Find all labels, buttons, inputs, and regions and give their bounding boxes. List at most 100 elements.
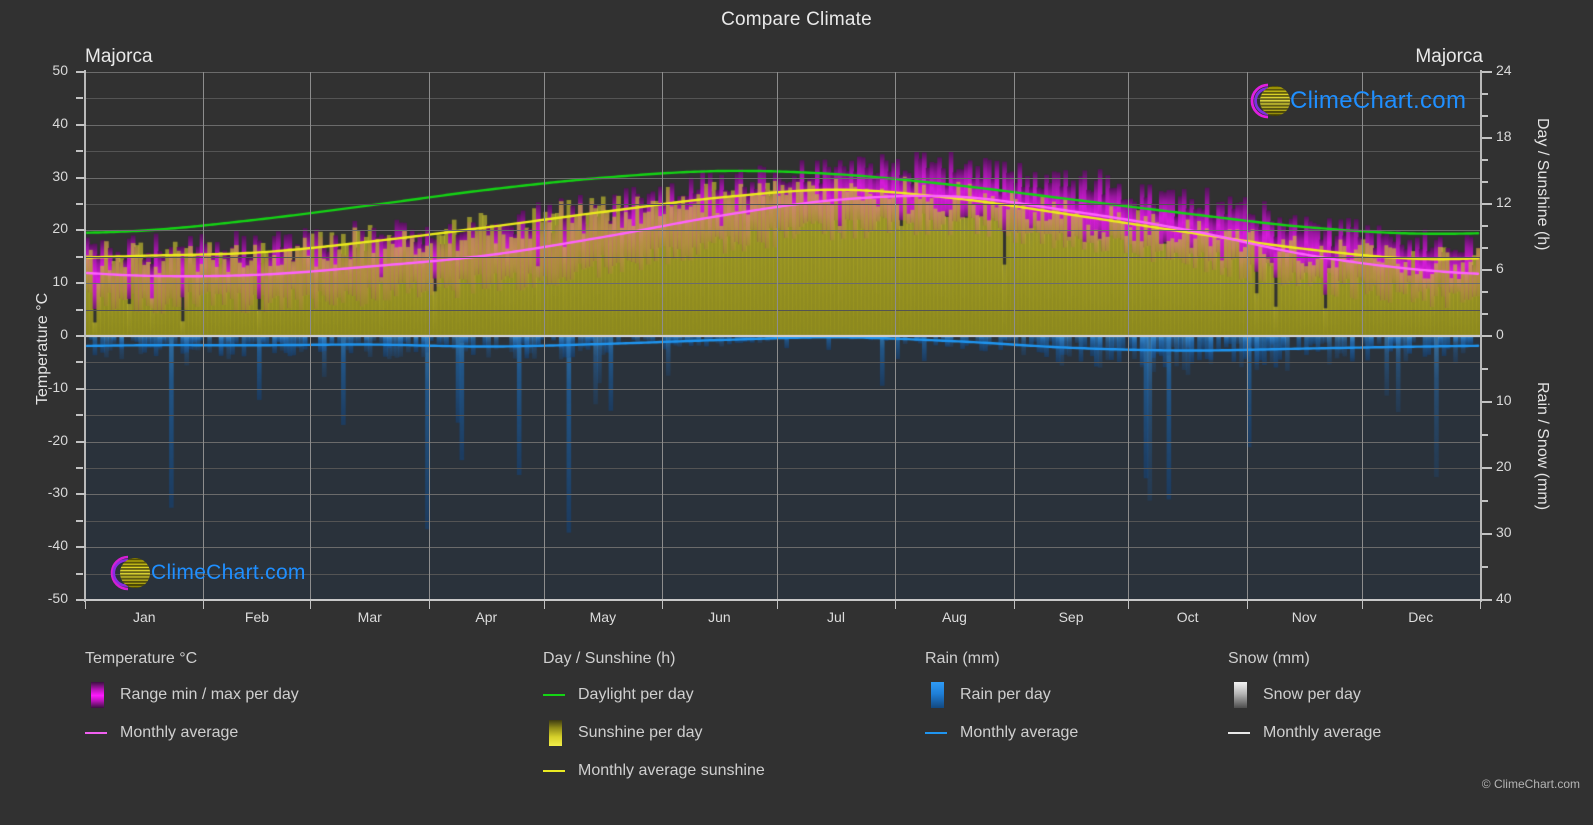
gridline-horizontal xyxy=(85,257,1480,258)
y-axis-tick-left xyxy=(76,176,86,179)
y-axis-tick-left xyxy=(76,546,86,549)
x-axis-label-jan: Jan xyxy=(132,609,156,625)
legend-group-snow-mm: Snow (mm) Snow per day Monthly average xyxy=(1228,650,1381,756)
climechart-logo-icon xyxy=(95,552,157,594)
y-axis-tick-left xyxy=(76,440,86,443)
x-axis-label-oct: Oct xyxy=(1176,609,1199,625)
y-axis-tick-right-top xyxy=(1482,203,1492,205)
x-axis-tick xyxy=(544,601,545,609)
x-axis-tick xyxy=(1247,601,1248,609)
y-axis-tick-right-bottom xyxy=(1482,566,1488,568)
copyright-text: © ClimeChart.com xyxy=(1481,777,1580,791)
legend-item[interactable]: Monthly average xyxy=(1228,718,1381,748)
legend-item[interactable]: Monthly average xyxy=(85,718,299,748)
y-axis-title-right-top: Day / Sunshine (h) xyxy=(1534,118,1551,251)
legend-item[interactable]: Monthly average sunshine xyxy=(543,756,765,786)
y-axis-tick-left xyxy=(76,308,83,311)
x-axis-tick xyxy=(85,601,86,609)
y-axis-tick-right-top xyxy=(1482,137,1492,139)
location-label-left: Majorca xyxy=(85,46,153,67)
x-axis-label-sep: Sep xyxy=(1058,609,1084,625)
y-axis-tick-right-bottom xyxy=(1482,401,1492,403)
brand-logo-top-right[interactable]: ClimeChart.com xyxy=(1236,79,1466,123)
legend-group-title: Temperature °C xyxy=(85,650,198,667)
legend-group-title: Day / Sunshine (h) xyxy=(543,650,676,667)
x-axis-tick xyxy=(1480,601,1481,609)
x-axis-label-apr: Apr xyxy=(475,609,498,625)
brand-name-text: ClimeChart.com xyxy=(151,561,306,584)
legend-item[interactable]: Range min / max per day xyxy=(85,680,299,710)
legend-item-label: Sunshine per day xyxy=(578,724,703,741)
y-axis-tick-left xyxy=(76,123,86,126)
gridline-horizontal xyxy=(85,125,1480,126)
y-axis-label-left: 20 xyxy=(52,220,68,237)
gridline-horizontal xyxy=(85,362,1480,363)
gridline-horizontal xyxy=(85,468,1480,469)
gridline-horizontal xyxy=(85,494,1480,495)
y-axis-title-left: Temperature °C xyxy=(34,292,51,405)
legend-group-day-sunshine-h: Day / Sunshine (h) Daylight per day Sunshi… xyxy=(543,650,765,794)
legend-marker-swatch-magenta-gradient xyxy=(85,682,107,708)
y-axis-tick-left xyxy=(76,255,83,258)
y-axis-tick-left xyxy=(76,335,86,337)
climate-chart-plot xyxy=(85,72,1480,600)
x-axis-tick xyxy=(662,601,663,609)
y-axis-label-right-top: 24 xyxy=(1496,62,1512,78)
gridline-horizontal xyxy=(85,389,1480,390)
y-axis-tick-right-bottom xyxy=(1482,599,1492,601)
y-axis-label-left: -50 xyxy=(47,590,68,606)
legend-group-temperature-c: Temperature °C Range min / max per day Mon… xyxy=(85,650,299,756)
legend-marker-line xyxy=(543,758,565,784)
y-axis-tick-right-bottom xyxy=(1482,533,1492,535)
y-axis-tick-right-top xyxy=(1482,71,1492,73)
legend-marker-line xyxy=(1228,720,1250,746)
legend-marker-line xyxy=(85,720,107,746)
y-axis-tick-right-bottom xyxy=(1482,467,1492,469)
y-axis-tick-left xyxy=(76,387,86,390)
y-axis-tick-right-top xyxy=(1482,225,1488,227)
x-axis-label-dec: Dec xyxy=(1408,609,1434,625)
gridline-horizontal xyxy=(85,204,1480,205)
legend-item[interactable]: Monthly average xyxy=(925,718,1078,748)
x-axis-tick xyxy=(310,601,311,609)
y-axis-label-left: -30 xyxy=(47,484,68,501)
brand-name-text: ClimeChart.com xyxy=(1290,87,1467,114)
y-axis-tick-right-top xyxy=(1482,93,1488,95)
legend-marker-line xyxy=(543,682,565,708)
chart-legend: Temperature °C Range min / max per day Mon… xyxy=(0,650,1593,810)
x-axis-tick xyxy=(895,601,896,609)
zero-baseline xyxy=(85,335,1480,337)
gridline-horizontal xyxy=(85,151,1480,152)
y-axis-tick-left xyxy=(76,361,83,364)
location-label-right: Majorca xyxy=(1415,46,1483,67)
y-axis-label-left: 40 xyxy=(52,114,68,131)
legend-item[interactable]: Sunshine per day xyxy=(543,718,765,748)
legend-item[interactable]: Daylight per day xyxy=(543,680,765,710)
y-axis-tick-right-top xyxy=(1482,269,1492,271)
gridline-horizontal xyxy=(85,283,1480,284)
legend-group-title: Rain (mm) xyxy=(925,650,1000,667)
brand-logo-bottom-left[interactable]: ClimeChart.com xyxy=(95,552,306,594)
x-axis-label-jul: Jul xyxy=(827,609,845,625)
y-axis-tick-right-top xyxy=(1482,247,1488,249)
page-title: Compare Climate xyxy=(721,9,872,30)
legend-item[interactable]: Rain per day xyxy=(925,680,1078,710)
legend-item-label: Snow per day xyxy=(1263,686,1361,703)
gridline-horizontal xyxy=(85,230,1480,231)
y-axis-tick-left xyxy=(76,572,83,575)
y-axis-tick-right-bottom xyxy=(1482,434,1488,436)
y-axis-tick-left xyxy=(76,414,83,417)
y-axis-tick-right-bottom xyxy=(1482,500,1488,502)
y-axis-tick-left xyxy=(76,467,83,469)
gridline-horizontal xyxy=(85,178,1480,179)
legend-item-label: Monthly average xyxy=(1263,724,1382,741)
y-axis-label-left: 10 xyxy=(52,273,68,290)
y-axis-tick-right-top xyxy=(1482,115,1488,117)
climechart-logo-icon xyxy=(1236,79,1296,123)
legend-group-rain-mm: Rain (mm) Rain per day Monthly average xyxy=(925,650,1078,756)
x-axis-label-may: May xyxy=(589,609,617,625)
y-axis-tick-left xyxy=(76,97,83,100)
x-axis-tick xyxy=(429,601,430,609)
gridline-horizontal xyxy=(85,310,1480,311)
legend-item[interactable]: Snow per day xyxy=(1228,680,1381,710)
